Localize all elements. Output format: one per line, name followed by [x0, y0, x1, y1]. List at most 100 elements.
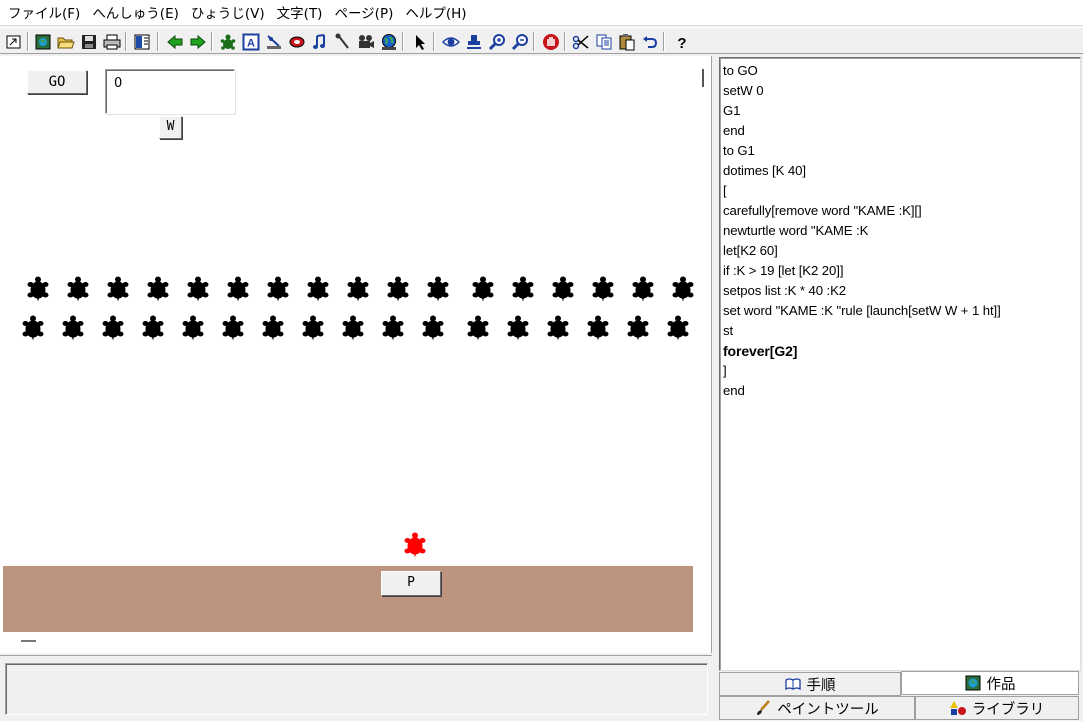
open-folder-icon[interactable] [55, 31, 76, 52]
turtle[interactable] [306, 276, 330, 302]
book-icon [784, 676, 801, 692]
turtle[interactable] [426, 276, 450, 302]
code-line: to GO [723, 63, 758, 78]
toolbar: A ? [0, 27, 1083, 54]
turtle[interactable] [186, 276, 210, 302]
vertical-scrollbar[interactable] [697, 56, 711, 653]
undo-icon[interactable] [639, 31, 660, 52]
zoom-in-icon[interactable] [486, 31, 507, 52]
video-icon[interactable] [355, 31, 376, 52]
turtle[interactable] [226, 276, 250, 302]
menu-page[interactable]: ページ(P) [328, 0, 399, 26]
turtle[interactable] [546, 315, 570, 341]
active-turtle[interactable] [403, 532, 427, 558]
zoom-out-icon[interactable] [509, 31, 530, 52]
tab-paint-tools[interactable]: ペイントツール [719, 696, 915, 720]
turtle[interactable] [146, 276, 170, 302]
new-page-icon[interactable] [32, 31, 53, 52]
project-icon [965, 675, 981, 691]
turtle[interactable] [181, 315, 205, 341]
menu-bar: ファイル(F) へんしゅう(E) ひょうじ(V) 文字(T) ページ(P) ヘル… [0, 0, 1083, 26]
menu-edit[interactable]: へんしゅう(E) [86, 0, 185, 26]
back-arrow-icon[interactable] [164, 31, 185, 52]
turtle[interactable] [421, 315, 445, 341]
p-button[interactable]: P [381, 571, 441, 596]
command-center-frame [0, 655, 712, 721]
sound-icon[interactable] [332, 31, 353, 52]
code-line: G1 [723, 103, 741, 118]
turtle[interactable] [346, 276, 370, 302]
eye-icon[interactable] [440, 31, 461, 52]
turtle[interactable] [141, 315, 165, 341]
turtle[interactable] [61, 315, 85, 341]
help-icon[interactable]: ? [671, 31, 692, 52]
globe-icon[interactable] [378, 31, 399, 52]
turtle[interactable] [106, 276, 130, 302]
turtle[interactable] [386, 276, 410, 302]
code-line: to G1 [723, 143, 755, 158]
slider-icon[interactable] [263, 31, 284, 52]
button-icon[interactable] [286, 31, 307, 52]
cut-icon[interactable] [570, 31, 591, 52]
code-line: forever[G2] [723, 343, 798, 359]
page-layout-icon[interactable] [131, 31, 152, 52]
turtle[interactable] [466, 315, 490, 341]
shapes-icon [949, 700, 966, 716]
copy-icon[interactable] [593, 31, 614, 52]
turtle[interactable] [551, 276, 575, 302]
turtle[interactable] [511, 276, 535, 302]
scroll-thumb[interactable] [702, 69, 704, 87]
menu-help[interactable]: ヘルプ(H) [399, 0, 472, 26]
new-turtle-icon[interactable] [217, 31, 238, 52]
turtle[interactable] [381, 315, 405, 341]
turtle[interactable] [631, 276, 655, 302]
turtle[interactable] [471, 276, 495, 302]
restore-icon[interactable] [3, 31, 24, 52]
svg-text:A: A [247, 37, 255, 49]
stamp-icon[interactable] [463, 31, 484, 52]
turtle[interactable] [101, 315, 125, 341]
stage[interactable]: GO 0 W P [0, 56, 697, 653]
code-line: [ [723, 183, 727, 198]
turtle[interactable] [266, 276, 290, 302]
music-icon[interactable] [309, 31, 330, 52]
turtle[interactable] [221, 315, 245, 341]
pointer-icon[interactable] [409, 31, 430, 52]
tab-procedures[interactable]: 手順 [719, 672, 901, 696]
command-center[interactable] [5, 663, 708, 715]
tab-library-label: ライブラリ [971, 701, 1045, 718]
tab-library[interactable]: ライブラリ [915, 696, 1079, 720]
stop-hand-icon[interactable] [540, 31, 561, 52]
text-box-icon[interactable]: A [240, 31, 261, 52]
code-line: if :K > 19 [let [K2 20]] [723, 263, 844, 278]
w-button[interactable]: W [159, 116, 182, 139]
menu-view[interactable]: ひょうじ(V) [185, 0, 271, 26]
turtle[interactable] [26, 276, 50, 302]
print-icon[interactable] [101, 31, 122, 52]
turtle[interactable] [301, 315, 325, 341]
go-button[interactable]: GO [27, 70, 87, 94]
code-line: let[K2 60] [723, 243, 778, 258]
svg-text:?: ? [677, 35, 686, 51]
procedures-panel[interactable]: to GO setW 0 G1 end to G1 dotimes [K 40] [care… [719, 57, 1081, 671]
turtle[interactable] [586, 315, 610, 341]
value-box[interactable]: 0 [105, 69, 235, 114]
save-icon[interactable] [78, 31, 99, 52]
paste-icon[interactable] [616, 31, 637, 52]
turtle[interactable] [66, 276, 90, 302]
code-line: set word "KAME :K "rule [launch[setW W +… [723, 303, 1001, 318]
turtle[interactable] [341, 315, 365, 341]
turtle[interactable] [666, 315, 690, 341]
app-window: { "menu": { "items": [ {"label": "ファイル(F… [0, 0, 1083, 721]
turtle[interactable] [626, 315, 650, 341]
turtle[interactable] [261, 315, 285, 341]
turtle[interactable] [591, 276, 615, 302]
turtle[interactable] [506, 315, 530, 341]
menu-file[interactable]: ファイル(F) [2, 0, 86, 26]
code-line: dotimes [K 40] [723, 163, 806, 178]
turtle[interactable] [671, 276, 695, 302]
forward-arrow-icon[interactable] [187, 31, 208, 52]
tab-project[interactable]: 作品 [901, 671, 1079, 695]
turtle[interactable] [21, 315, 45, 341]
menu-text[interactable]: 文字(T) [271, 0, 329, 26]
